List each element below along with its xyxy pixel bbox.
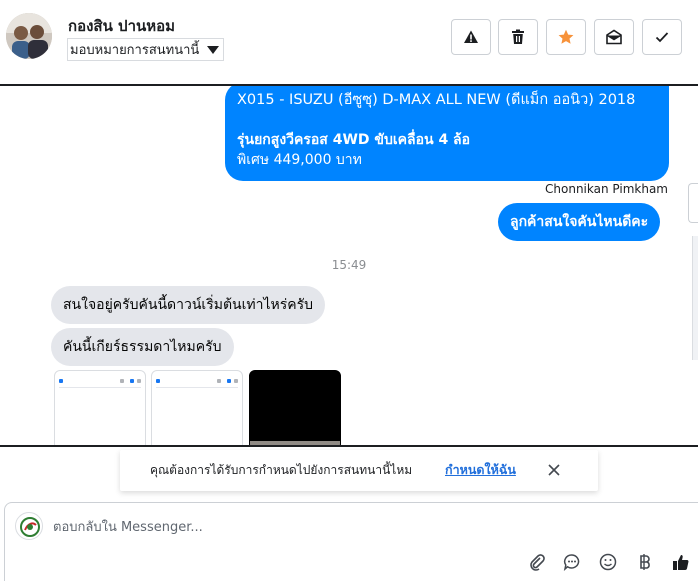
emoji-icon[interactable] (597, 551, 619, 573)
outgoing-message-car-details[interactable]: X015 - ISUZU (อีซูซุ) D-MAX ALL NEW (ดีแ… (225, 86, 669, 181)
delete-button[interactable] (498, 19, 538, 55)
baht-icon[interactable] (634, 551, 656, 573)
message-line-price: พิเศษ 449,000 บาท (237, 152, 362, 168)
conversation-header: กองสิน ปานหอม มอบหมายการสนทนานี้ (0, 0, 698, 78)
side-panel-edge (692, 236, 698, 360)
mark-spam-button[interactable] (451, 19, 491, 55)
thumbnail-divider (156, 387, 238, 388)
warning-icon (464, 30, 478, 43)
sender-name: Chonnikan Pimkham (545, 182, 668, 196)
mark-done-button[interactable] (642, 19, 682, 55)
message-thread[interactable]: X015 - ISUZU (อีซูซุ) D-MAX ALL NEW (ดีแ… (0, 86, 698, 446)
image-attachment-2[interactable] (151, 370, 243, 446)
assign-conversation-dropdown[interactable]: มอบหมายการสนทนานี้ (67, 38, 225, 61)
close-icon[interactable] (546, 462, 562, 478)
outgoing-message-question[interactable]: ลูกค้าสนใจคันไหนดีคะ (498, 203, 661, 241)
reply-composer (4, 502, 698, 581)
message-line-model: X015 - ISUZU (อีซูซุ) D-MAX ALL NEW (ดีแ… (237, 92, 636, 108)
contact-name[interactable]: กองสิน ปานหอม (68, 14, 175, 38)
assign-prompt-banner: คุณต้องการได้รับการกำหนดไปยังการสนทนานี้… (120, 450, 598, 491)
star-button[interactable] (546, 19, 586, 55)
side-panel-toggle[interactable] (688, 183, 698, 223)
messenger-inbox-page: กองสิน ปานหอม มอบหมายการสนทนานี้ X015 - … (0, 0, 698, 581)
incoming-message-transmission[interactable]: คันนี้เกียร์ธรรมดาไหมครับ (51, 328, 234, 366)
incoming-message-down-payment[interactable]: สนใจอยู่ครับคันนี้ดาวน์เริ่มต้นเท่าไหร่ค… (51, 286, 326, 324)
assign-conversation-label: มอบหมายการสนทนานี้ (70, 43, 200, 58)
page-avatar (15, 512, 43, 540)
caret-down-icon (207, 45, 220, 54)
assign-to-me-link[interactable]: กำหนดให้ฉัน (445, 460, 516, 480)
thumbnail-divider (59, 387, 141, 388)
message-timestamp: 15:49 (331, 258, 367, 272)
reply-input[interactable] (53, 517, 453, 537)
star-icon (558, 29, 574, 44)
message-line-variant: รุ่นยกสูงวีครอส 4WD ขับเคลื่อน 4 ล้อ (237, 132, 471, 148)
trash-icon (512, 29, 524, 44)
thumbnail-toolbar (59, 377, 141, 385)
mark-unread-button[interactable] (594, 19, 634, 55)
envelope-open-icon (606, 29, 622, 45)
comment-icon[interactable] (561, 551, 583, 573)
image-attachment-1[interactable] (54, 370, 146, 446)
message-spacer (237, 110, 657, 130)
assign-prompt-text: คุณต้องการได้รับการกำหนดไปยังการสนทนานี้… (150, 463, 413, 477)
thread-divider (0, 445, 698, 447)
attachment-icon[interactable] (526, 551, 548, 573)
image-attachment-3[interactable] (249, 370, 341, 446)
thumbnail-toolbar (156, 377, 238, 385)
checkmark-icon (655, 32, 669, 43)
thumbs-up-icon[interactable] (670, 551, 692, 573)
contact-avatar[interactable] (6, 13, 52, 59)
